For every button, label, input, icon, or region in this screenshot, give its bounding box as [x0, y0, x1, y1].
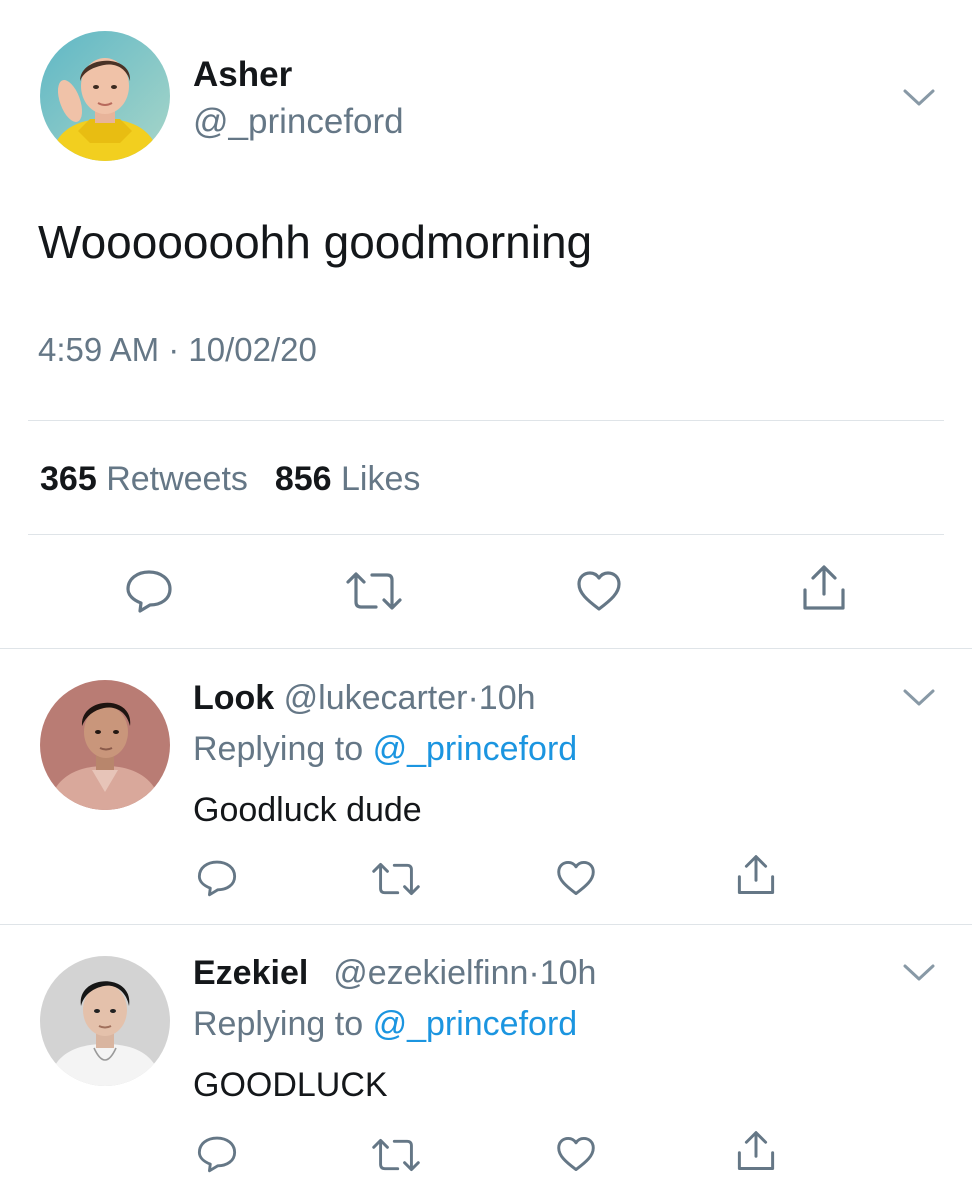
reply-text: GOODLUCK [193, 1066, 388, 1104]
main-handle[interactable]: @_princeford [193, 101, 404, 143]
reply-avatar[interactable] [40, 680, 170, 810]
share-icon[interactable] [735, 854, 777, 896]
reply-separator: · [467, 679, 479, 717]
reply-avatar[interactable] [40, 956, 170, 1086]
main-tweet-text: Wooooooohh goodmorning [38, 216, 593, 268]
like-icon[interactable] [575, 569, 623, 613]
main-time: 4:59 AM [38, 331, 160, 368]
replying-to-label: Replying to [193, 730, 364, 768]
main-date: 10/02/20 [188, 331, 317, 368]
retweet-icon[interactable] [370, 861, 422, 897]
retweet-stat[interactable]: 365 Retweets [40, 460, 257, 498]
main-avatar[interactable] [40, 31, 170, 161]
divider [28, 420, 944, 421]
reply-display-name[interactable]: Look [193, 679, 274, 717]
engagement-stats: 365 Retweets 856 Likes [40, 458, 420, 500]
replying-to-mention[interactable]: @_princeford [373, 730, 578, 768]
reply-age: 10h [478, 679, 536, 717]
reply-display-name[interactable]: Ezekiel [193, 954, 308, 992]
main-timestamp[interactable]: 4:59 AM · 10/02/20 [38, 330, 317, 370]
retweets-label: Retweets [106, 460, 248, 498]
reply-icon[interactable] [196, 858, 238, 898]
replying-to-mention[interactable]: @_princeford [373, 1005, 578, 1043]
reply-age: 10h [539, 954, 597, 992]
replying-to-line: Replying to @_princeford [193, 1003, 577, 1045]
chevron-down-icon[interactable] [902, 688, 936, 708]
reply-separator: · [528, 954, 540, 992]
reply-icon[interactable] [196, 1134, 238, 1174]
divider [0, 924, 972, 925]
likes-count: 856 [274, 460, 332, 498]
person-white-shirt-avatar [40, 956, 170, 1086]
chevron-down-icon[interactable] [902, 963, 936, 983]
share-icon[interactable] [735, 1130, 777, 1172]
chevron-down-icon[interactable] [902, 88, 936, 108]
person-yellow-hoodie-avatar [40, 31, 170, 161]
reply-icon[interactable] [124, 568, 174, 614]
reply-handle[interactable]: @lukecarter [284, 679, 468, 717]
share-icon[interactable] [800, 564, 848, 612]
main-display-name[interactable]: Asher [193, 54, 292, 96]
retweet-icon[interactable] [370, 1137, 422, 1173]
reply-handle[interactable]: @ezekielfinn [333, 954, 528, 992]
like-icon[interactable] [555, 1135, 597, 1173]
replying-to-line: Replying to @_princeford [193, 728, 577, 770]
divider [0, 648, 972, 649]
retweet-icon[interactable] [344, 570, 404, 612]
likes-label: Likes [341, 460, 421, 498]
retweets-count: 365 [40, 460, 97, 498]
like-icon[interactable] [555, 859, 597, 897]
person-pink-jacket-avatar [40, 680, 170, 810]
likes-stat[interactable]: 856 Likes [275, 460, 421, 498]
reply-header: Ezekiel @ezekielfinn·10h [193, 952, 596, 994]
divider [28, 534, 944, 535]
reply-text: Goodluck dude [193, 791, 422, 829]
meta-separator: · [168, 331, 180, 368]
replying-to-label: Replying to [193, 1005, 364, 1043]
reply-header: Look @lukecarter·10h [193, 677, 536, 719]
